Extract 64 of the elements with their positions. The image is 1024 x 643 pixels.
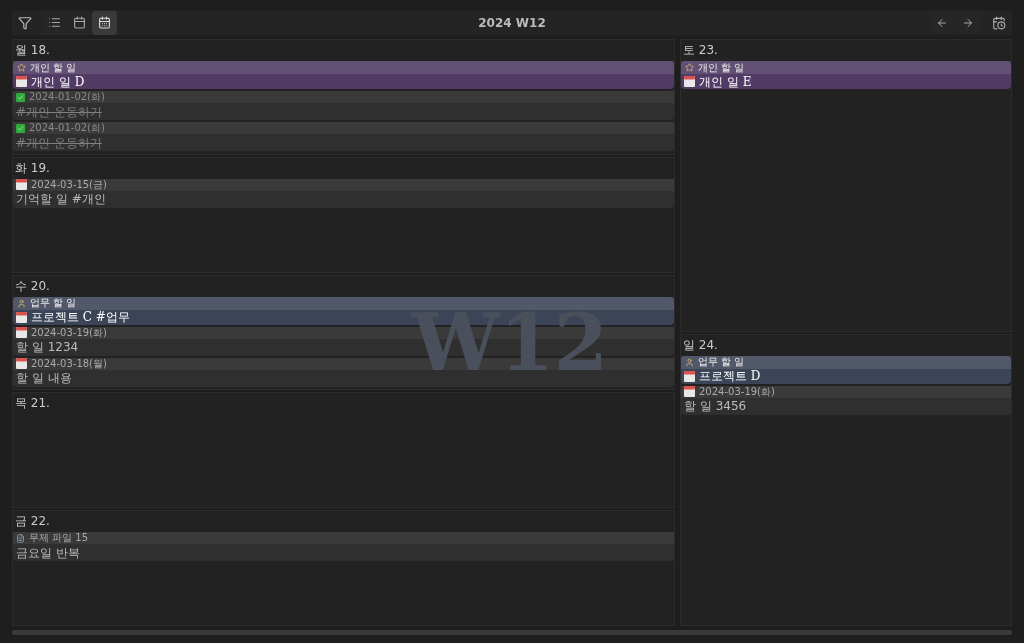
task-date: 2024-03-15(금) xyxy=(31,178,107,191)
calendar-icon xyxy=(16,76,27,87)
view-tab[interactable] xyxy=(92,10,117,35)
event-title: 프로젝트 D xyxy=(699,368,761,385)
calendar-icon xyxy=(684,76,695,87)
day-label: 수 20. xyxy=(14,277,51,295)
event-card[interactable]: 개인 할 일 개인 일 E xyxy=(681,61,1011,89)
task-card[interactable]: 2024-03-19(화) 할 일 3456 xyxy=(681,385,1011,415)
checkbox-icon xyxy=(16,92,25,102)
task-date: 2024-03-19(화) xyxy=(31,326,107,339)
task-card[interactable]: 2024-01-02(화) #개인 운동하기 xyxy=(13,91,674,120)
star-icon xyxy=(685,63,694,72)
calendar-icon xyxy=(16,327,27,339)
list-icon xyxy=(48,16,61,29)
task-date: 2024-01-02(화) xyxy=(29,122,105,134)
task-card[interactable]: 2024-03-18(월) 할 일 내용 xyxy=(13,357,674,387)
calendar-icon xyxy=(16,358,27,370)
person-icon xyxy=(17,298,26,308)
calendar-icon xyxy=(73,16,86,29)
event-category: 개인 할 일 xyxy=(698,61,745,74)
calendar-icon xyxy=(684,386,695,397)
arrow-left-icon xyxy=(936,16,948,29)
day-label: 화 19. xyxy=(14,159,51,177)
day-label: 목 21. xyxy=(14,395,51,413)
day-label: 월 18. xyxy=(14,42,51,59)
event-category: 업무 할 일 xyxy=(698,356,745,368)
day-label: 금 22. xyxy=(14,513,51,531)
calendar-grid-icon xyxy=(98,16,111,29)
calendar-clock-icon xyxy=(992,15,1006,30)
event-title: 프로젝트 C #업무 xyxy=(31,309,130,327)
week-title: 2024 W12 xyxy=(478,14,546,32)
event-card[interactable]: 업무 할 일 프로젝트 C #업무 xyxy=(13,296,674,325)
file-icon xyxy=(16,533,25,543)
event-category: 업무 할 일 xyxy=(30,297,77,310)
event-card[interactable]: 업무 할 일 프로젝트 D xyxy=(681,355,1011,384)
star-icon xyxy=(17,63,26,72)
event-card[interactable]: 개인 할 일 개인 일 D xyxy=(13,61,674,89)
event-category: 개인 할 일 xyxy=(30,61,77,74)
task-title: #개인 운동하기 xyxy=(16,134,102,152)
arrow-right-icon xyxy=(962,16,974,29)
task-date: 2024-03-18(월) xyxy=(31,357,107,370)
calendar-icon xyxy=(16,311,27,323)
person-icon xyxy=(685,357,694,367)
task-title: 할 일 내용 xyxy=(16,370,72,388)
task-title: 기억할 일 #개인 xyxy=(16,191,106,209)
task-card[interactable]: 2024-03-15(금) 기억할 일 #개인 xyxy=(13,178,674,208)
task-card[interactable]: 2024-01-02(화) #개인 운동하기 xyxy=(13,122,674,151)
event-title: 개인 일 D xyxy=(31,73,85,91)
day-label: 일 24. xyxy=(682,336,719,354)
task-title: 할 일 1234 xyxy=(16,339,79,357)
day-label: 토 23. xyxy=(682,42,719,59)
task-date: 2024-03-19(화) xyxy=(699,385,775,398)
task-date: 2024-01-02(화) xyxy=(29,91,105,103)
calendar-icon xyxy=(16,179,27,191)
task-title: #개인 운동하기 xyxy=(16,103,102,121)
event-title: 개인 일 E xyxy=(699,73,752,91)
checkbox-icon xyxy=(16,123,25,133)
task-title: 할 일 3456 xyxy=(684,398,747,415)
calendar-icon xyxy=(684,370,695,382)
task-title: 금요일 반복 xyxy=(16,544,80,562)
task-date: 무제 파일 15 xyxy=(29,532,89,545)
scrollbar[interactable] xyxy=(12,630,1012,635)
filter-icon xyxy=(18,15,32,30)
task-card[interactable]: 무제 파일 15 금요일 반복 xyxy=(13,532,674,562)
